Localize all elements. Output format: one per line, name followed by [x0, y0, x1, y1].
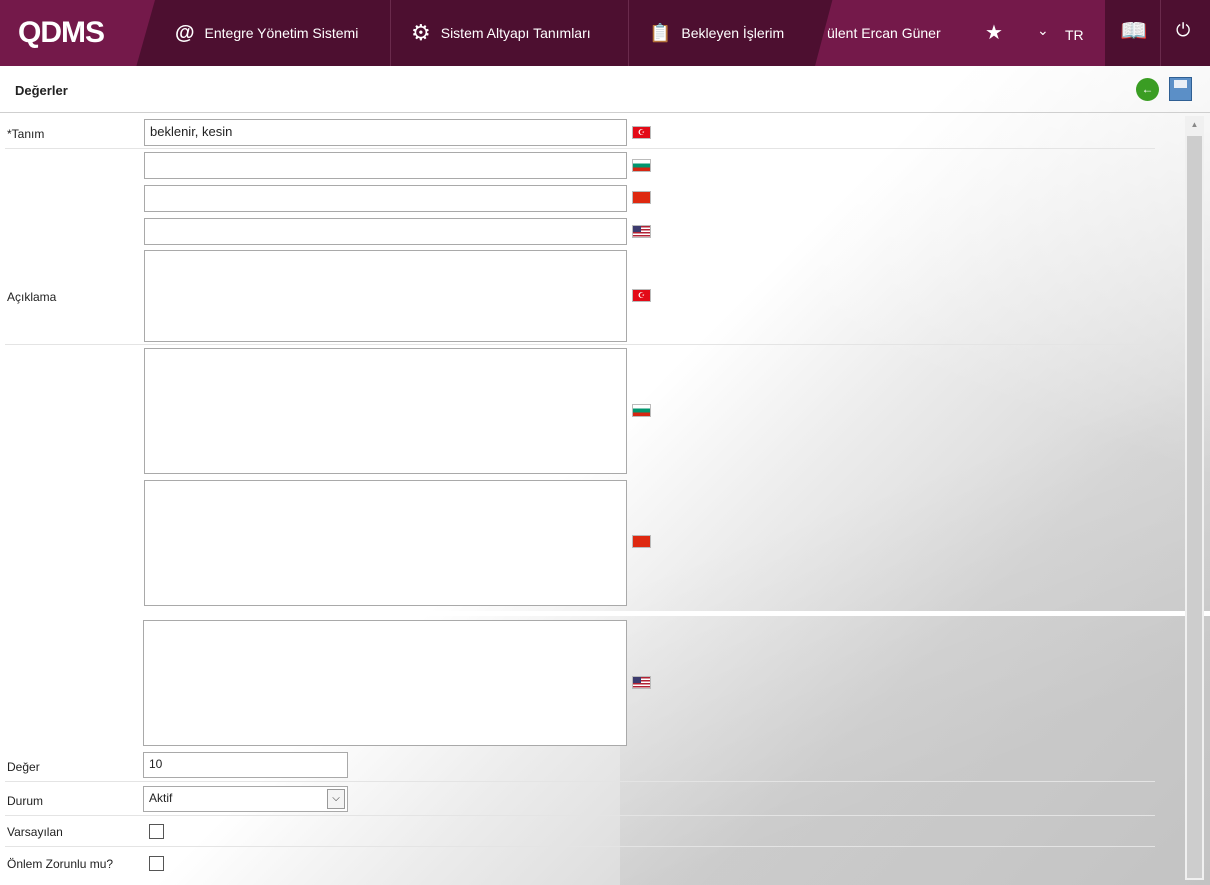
- aciklama-cn-textarea[interactable]: [144, 480, 627, 606]
- divider: [5, 815, 1155, 816]
- divider: [5, 846, 1155, 847]
- title-bar: [0, 66, 1210, 113]
- varsayilan-checkbox[interactable]: [149, 824, 164, 839]
- help-book-icon[interactable]: 📖: [1120, 18, 1147, 44]
- tanim-cn-input[interactable]: [144, 185, 627, 212]
- bulgaria-flag-icon: [632, 159, 651, 172]
- scroll-up-arrow-icon[interactable]: ▲: [1185, 116, 1204, 129]
- top-navbar: QDMS @ Entegre Yönetim Sistemi ⚙ Sistem Al…: [0, 0, 1210, 66]
- power-icon[interactable]: ⏻: [1176, 20, 1190, 41]
- tanim-bg-input[interactable]: [144, 152, 627, 179]
- vertical-scrollbar[interactable]: ▲: [1185, 116, 1204, 880]
- durum-label: Durum: [7, 794, 44, 808]
- star-icon[interactable]: ★: [985, 20, 1003, 45]
- turkey-flag-icon: ☪: [632, 289, 651, 302]
- qdms-logo[interactable]: QDMS: [0, 0, 155, 66]
- varsayilan-label: Varsayılan: [7, 825, 63, 839]
- chevron-down-icon[interactable]: ⌵: [327, 789, 345, 809]
- aciklama-label: Açıklama: [7, 290, 57, 304]
- clipboard-icon: 📋: [649, 22, 672, 43]
- nav-item-sistem[interactable]: ⚙ Sistem Altyapı Tanımları: [391, 0, 629, 66]
- onlem-checkbox[interactable]: [149, 856, 164, 871]
- nav-label: Sistem Altyapı Tanımları: [440, 25, 591, 41]
- nav-item-entegre[interactable]: @ Entegre Yönetim Sistemi: [155, 0, 391, 66]
- aciklama-tr-textarea[interactable]: [144, 250, 627, 342]
- divider: [5, 781, 1155, 782]
- china-flag-icon: [632, 535, 651, 548]
- scrollbar-thumb[interactable]: [1187, 136, 1202, 878]
- divider: [5, 344, 1155, 345]
- bulgaria-flag-icon: [632, 404, 651, 417]
- aciklama-bg-textarea[interactable]: [144, 348, 627, 474]
- gear-icon: ⚙: [411, 20, 431, 45]
- language-selector[interactable]: TR: [1065, 27, 1084, 43]
- deger-input[interactable]: 10: [143, 752, 348, 778]
- chevron-down-icon[interactable]: ⌄: [1037, 22, 1049, 39]
- divider: [1160, 0, 1161, 66]
- page-title: Değerler: [15, 83, 68, 98]
- turkey-flag-icon: ☪: [632, 126, 651, 139]
- tanim-tr-input[interactable]: beklenir, kesin: [144, 119, 627, 146]
- back-arrow-icon[interactable]: ←: [1136, 78, 1159, 101]
- save-icon[interactable]: [1169, 77, 1192, 101]
- durum-selected-value: Aktif: [149, 791, 173, 805]
- divider: [5, 148, 1155, 149]
- usa-flag-icon: [632, 225, 651, 238]
- tanim-en-input[interactable]: [144, 218, 627, 245]
- usa-flag-icon: [632, 676, 651, 689]
- nav-label: Bekleyen İşlerim: [681, 25, 785, 41]
- tanim-label: *Tanım: [7, 127, 45, 141]
- china-flag-icon: [632, 191, 651, 204]
- user-name[interactable]: ülent Ercan Güner: [827, 25, 941, 41]
- nav-label: Entegre Yönetim Sistemi: [204, 25, 359, 41]
- deger-label: Değer: [7, 760, 40, 774]
- aciklama-en-textarea[interactable]: [143, 620, 627, 746]
- onlem-label: Önlem Zorunlu mu?: [7, 857, 114, 871]
- durum-select[interactable]: Aktif ⌵: [143, 786, 348, 812]
- user-area: ülent Ercan Güner ★ ⌄ TR: [815, 0, 1105, 66]
- page-background-overlay: [620, 66, 1210, 885]
- divider: [0, 611, 1210, 616]
- nav-item-bekleyen[interactable]: 📋 Bekleyen İşlerim: [629, 0, 829, 66]
- q-icon: @: [175, 21, 195, 44]
